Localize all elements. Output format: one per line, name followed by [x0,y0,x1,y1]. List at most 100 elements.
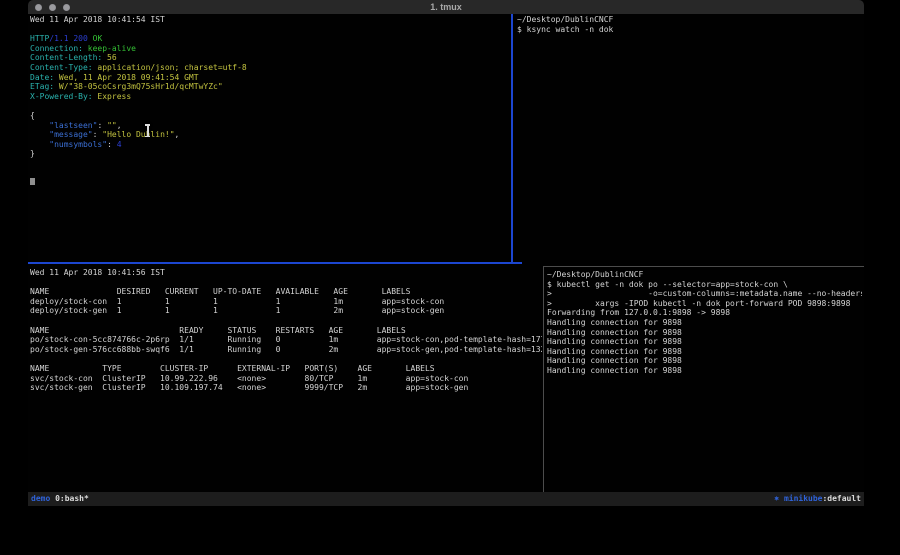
http-status-text: OK [93,34,103,43]
services-table-rows: svc/stock-con ClusterIP 10.99.222.96 <no… [30,374,542,393]
json-comma: , [117,121,122,130]
handling-lines: Handling connection for 9898Handling con… [547,318,862,376]
kubernetes-helm-icon: ⎈ [774,494,784,503]
http-header-line: Date: Wed, 11 Apr 2018 09:41:54 GMT [30,73,510,83]
json-body-line: "numsymbols": 4 [30,140,510,150]
header-value: W/"38-05coCsrg3mQ75sHr1d/qcMTwYZc" [59,82,223,91]
status-right: ⎈ minikube:default [774,492,861,506]
pods-table-header: NAME READY STATUS RESTARTS AGE LABELS [30,326,542,336]
http-header-line: ETag: W/"38-05coCsrg3mQ75sHr1d/qcMTwYZc" [30,82,510,92]
traffic-lights [35,4,70,11]
ibeam-cursor-icon [144,124,152,137]
shell-cursor-line [30,178,510,188]
http-header-line: Connection: keep-alive [30,44,510,54]
blank-line [30,25,510,35]
pane-border-horizontal[interactable] [544,266,864,267]
tmux-session: Wed 11 Apr 2018 10:41:54 IST HTTP/1.1 20… [28,14,864,492]
http-header-line: Content-Length: 56 [30,53,510,63]
window-tab-bash[interactable]: 0:bash* [55,494,89,503]
terminal-block-cursor [30,178,35,185]
blank-line [30,278,542,288]
json-colon: : [97,121,107,130]
table-row: po/stock-con-5cc874766c-2p6rp 1/1 Runnin… [30,335,542,345]
kube-namespace: :default [822,494,861,503]
handling-connection-line: Handling connection for 9898 [547,347,862,357]
pane-http-response[interactable]: Wed 11 Apr 2018 10:41:54 IST HTTP/1.1 20… [30,15,510,261]
header-name: Content-Length: [30,53,102,62]
json-colon: : [93,130,103,139]
handling-connection-line: Handling connection for 9898 [547,318,862,328]
json-key: "numsymbols" [49,140,107,149]
header-value: keep-alive [88,44,136,53]
json-value: 4 [117,140,122,149]
command-line: $ kubectl get -n dok po --selector=app=s… [547,280,862,290]
blank-line [30,169,510,179]
json-colon: : [107,140,117,149]
command-lines: $ kubectl get -n dok po --selector=app=s… [547,280,862,309]
timestamp-line: Wed 11 Apr 2018 10:41:56 IST [30,268,542,278]
zoom-button-icon[interactable] [63,4,70,11]
deployments-table-header: NAME DESIRED CURRENT UP-TO-DATE AVAILABL… [30,287,542,297]
json-value: "" [107,121,117,130]
pane-ksync[interactable]: ~/Desktop/DublinCNCF $ ksync watch -n do… [517,15,862,261]
pane-port-forward[interactable]: ~/Desktop/DublinCNCF $ kubectl get -n do… [547,270,862,490]
blank-line [30,316,542,326]
json-value: "Hello Dublin!" [102,130,174,139]
forwarding-line: Forwarding from 127.0.0.1:9898 -> 9898 [547,308,862,318]
handling-connection-line: Handling connection for 9898 [547,337,862,347]
header-name: X-Powered-By: [30,92,93,101]
cwd-line: ~/Desktop/DublinCNCF [517,15,862,25]
session-name: demo [31,494,55,503]
handling-connection-line: Handling connection for 9898 [547,328,862,338]
indent [30,121,49,130]
table-row: po/stock-gen-576cc688bb-swqf6 1/1 Runnin… [30,345,542,355]
cwd-line: ~/Desktop/DublinCNCF [547,270,862,280]
header-name: Date: [30,73,54,82]
http-status-line: HTTP/1.1 200 OK [30,34,510,44]
table-row: deploy/stock-gen 1 1 1 1 2m app=stock-ge… [30,306,542,316]
terminal-window: 1. tmux Wed 11 Apr 2018 10:41:54 IST HTT… [28,0,864,506]
status-left: demo 0:bash* [31,492,89,506]
pane-border-vertical[interactable] [543,266,544,492]
table-row: svc/stock-con ClusterIP 10.99.222.96 <no… [30,374,542,384]
json-key: "message" [49,130,92,139]
json-close-brace: } [30,149,510,159]
header-name: Content-Type: [30,63,93,72]
header-value: Wed, 11 Apr 2018 09:41:54 GMT [59,73,199,82]
blank-line [30,159,510,169]
command-line: > xargs -IPOD kubectl -n dok port-forwar… [547,299,862,309]
http-protocol: HTTP [30,34,49,43]
header-name: ETag: [30,82,54,91]
close-button-icon[interactable] [35,4,42,11]
command-line: $ ksync watch -n dok [517,25,862,35]
indent [30,140,49,149]
services-table-header: NAME TYPE CLUSTER-IP EXTERNAL-IP PORT(S)… [30,364,542,374]
http-header-line: Content-Type:application/json; charset=u… [30,63,510,73]
pane-kubectl-watch[interactable]: Wed 11 Apr 2018 10:41:56 IST NAME DESIRE… [30,268,542,490]
json-open-brace: { [30,111,510,121]
window-title: 1. tmux [28,0,864,14]
deployments-table-rows: deploy/stock-con 1 1 1 1 1m app=stock-co… [30,297,542,316]
indent [30,130,49,139]
active-pane-border-horizontal[interactable] [28,262,522,264]
json-comma: , [175,130,180,139]
json-body-line: "message": "Hello Dublin!", [30,130,510,140]
kube-context: minikube [784,494,823,503]
blank-line [30,101,510,111]
blank-line [30,354,542,364]
active-pane-border-vertical[interactable] [511,14,513,263]
json-key: "lastseen" [49,121,97,130]
table-row: svc/stock-gen ClusterIP 10.109.197.74 <n… [30,383,542,393]
timestamp-line: Wed 11 Apr 2018 10:41:54 IST [30,15,510,25]
header-value: Express [97,92,131,101]
desktop-background: { "window": { "title": "1. tmux" }, "col… [0,0,900,555]
header-name: Connection: [30,44,83,53]
minimize-button-icon[interactable] [49,4,56,11]
json-body-line: "lastseen": "", [30,121,510,131]
pods-table-rows: po/stock-con-5cc874766c-2p6rp 1/1 Runnin… [30,335,542,354]
http-header-line: X-Powered-By: Express [30,92,510,102]
header-value: 56 [107,53,117,62]
tmux-status-bar: demo 0:bash* ⎈ minikube:default [28,492,864,506]
command-line: > -o=custom-columns=:metadata.name --no-… [547,289,862,299]
window-titlebar[interactable]: 1. tmux [28,0,864,14]
